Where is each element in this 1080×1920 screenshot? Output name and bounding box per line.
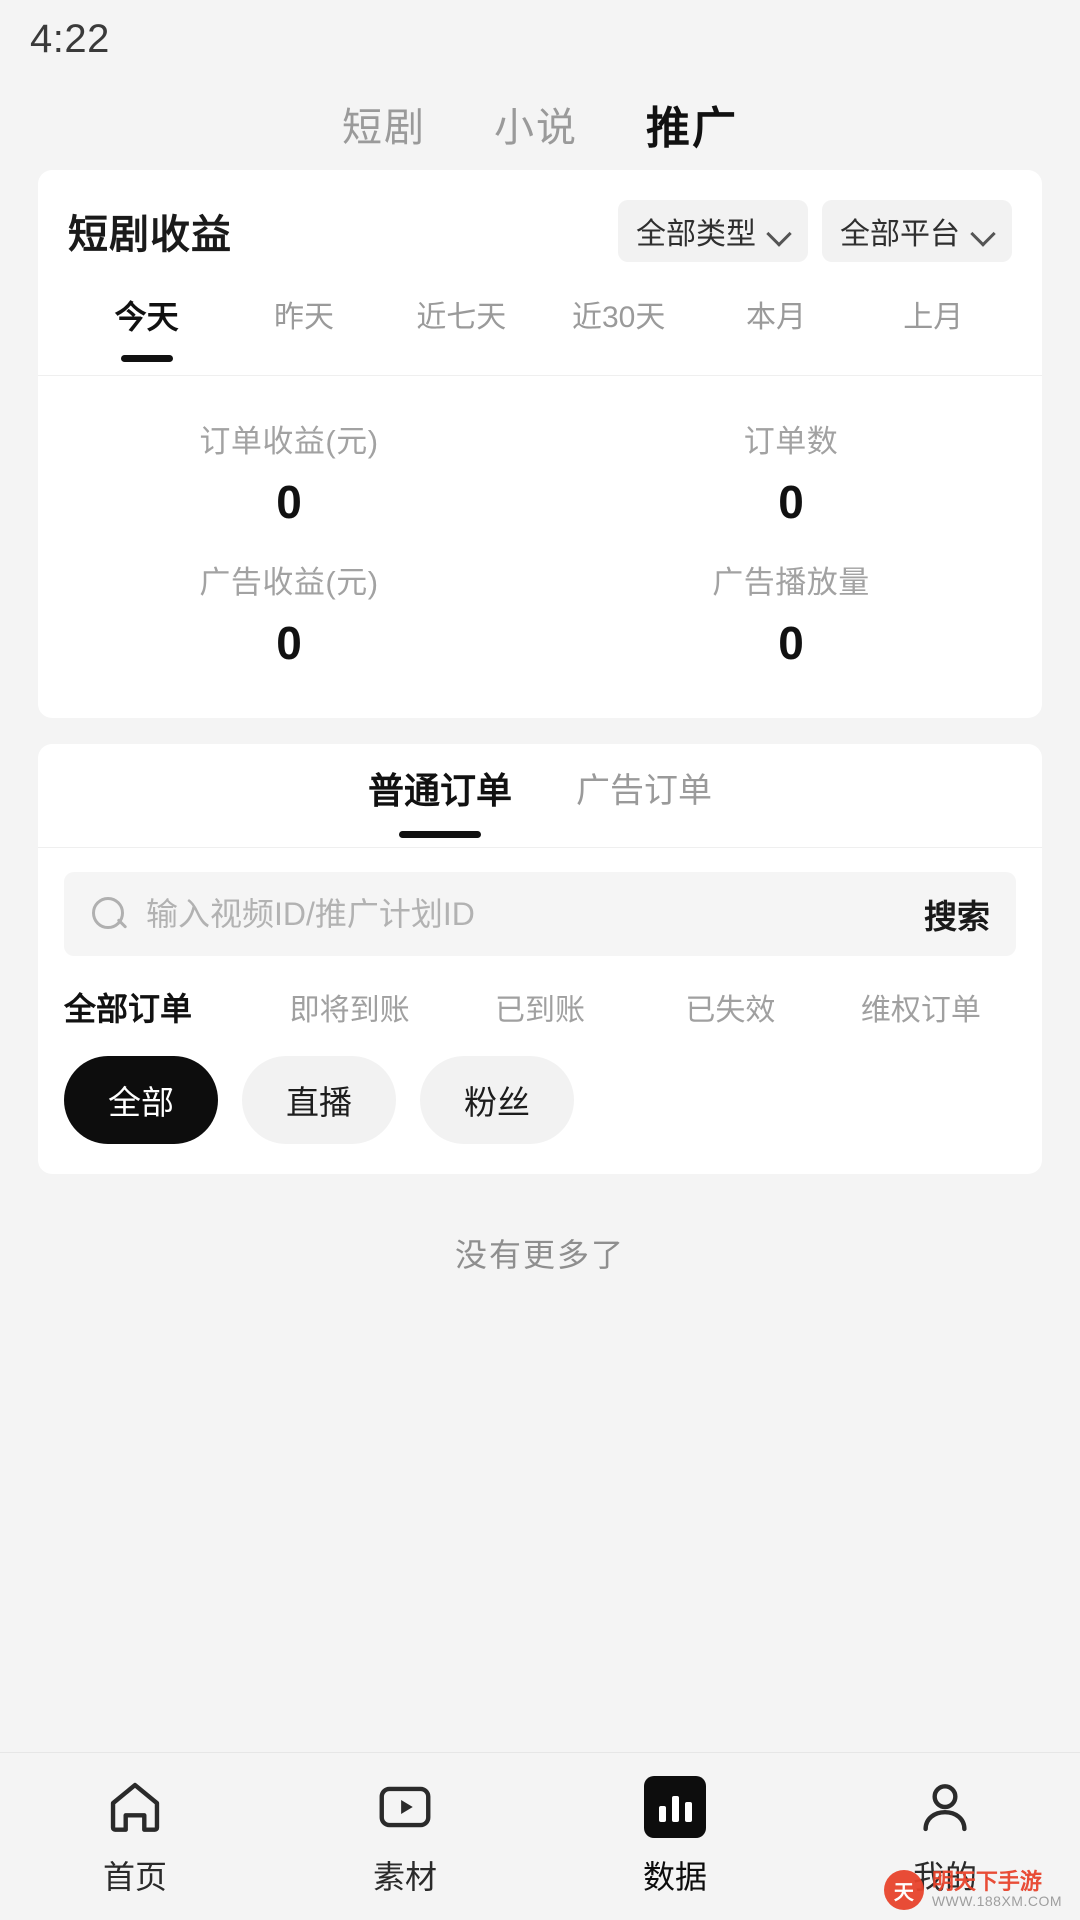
order-type-tabs: 普通订单 广告订单 [38,744,1042,848]
stat-order-revenue: 订单收益(元) 0 [38,402,540,543]
chip-live[interactable]: 直播 [242,1056,396,1144]
status-tab-expired[interactable]: 已失效 [635,985,825,1029]
orders-card: 普通订单 广告订单 搜索 全部订单 即将到账 已到账 已失效 维权订单 全部 直… [38,744,1042,1174]
earnings-card: 短剧收益 全部类型 全部平台 今天 昨天 近七天 近30天 本月 上月 订单收益… [38,170,1042,718]
type-filter-dropdown[interactable]: 全部类型 [618,200,808,262]
platform-filter-dropdown[interactable]: 全部平台 [822,200,1012,262]
status-tab-received[interactable]: 已到账 [445,985,635,1029]
status-time: 4:22 [30,16,110,61]
earnings-title: 短剧收益 [68,213,232,257]
home-icon [104,1776,166,1838]
chevron-down-icon [972,225,994,237]
nav-item-material[interactable]: 素材 [270,1776,540,1898]
search-icon [90,895,128,933]
search-input[interactable] [146,895,906,933]
tab-xiaoshuo[interactable]: 小说 [488,95,584,153]
order-tab-normal[interactable]: 普通订单 [368,762,512,830]
stat-label: 订单数 [743,424,839,459]
date-tab-today[interactable]: 今天 [68,292,225,364]
stat-value: 0 [778,617,804,669]
watermark-text: 明天下手游 WWW.188XM.COM [932,1870,1062,1910]
nav-label: 首页 [102,1858,167,1895]
order-tab-ad[interactable]: 广告订单 [576,763,712,828]
earnings-filters: 全部类型 全部平台 [618,200,1012,262]
stat-label: 订单收益(元) [199,424,379,459]
play-icon [374,1776,436,1838]
date-tab-last30days[interactable]: 近30天 [540,292,697,362]
person-icon [914,1776,976,1838]
search-section: 搜索 [38,848,1042,956]
stat-label: 广告播放量 [712,565,870,600]
date-tab-last7days[interactable]: 近七天 [383,292,540,362]
platform-filter-label: 全部平台 [840,218,960,251]
order-status-tabs: 全部订单 即将到账 已到账 已失效 维权订单 [38,956,1042,1030]
stat-label: 广告收益(元) [199,565,379,600]
watermark-badge: 天 [883,1870,924,1910]
date-tab-thismonth[interactable]: 本月 [697,292,854,362]
search-box[interactable]: 搜索 [64,872,1016,956]
nav-label: 数据 [642,1858,707,1895]
stats-row-top: 订单收益(元) 0 订单数 0 [38,402,1042,543]
nav-item-home[interactable]: 首页 [0,1776,270,1898]
type-filter-label: 全部类型 [636,218,756,251]
stat-ad-views: 广告播放量 0 [540,543,1042,684]
chip-all[interactable]: 全部 [64,1056,218,1144]
stats-row-bottom: 广告收益(元) 0 广告播放量 0 [38,543,1042,684]
status-tab-pending[interactable]: 即将到账 [254,985,444,1029]
stat-value: 0 [276,617,302,669]
stat-value: 0 [778,476,804,528]
status-tab-rights[interactable]: 维权订单 [826,985,1016,1029]
stat-ad-revenue: 广告收益(元) 0 [38,543,540,684]
site-watermark: 天 明天下手游 WWW.188XM.COM [883,1870,1062,1910]
date-tab-yesterday[interactable]: 昨天 [225,292,382,362]
stat-value: 0 [276,476,302,528]
date-tab-lastmonth[interactable]: 上月 [855,292,1012,362]
earnings-stats: 订单收益(元) 0 订单数 0 广告收益(元) 0 广告播放量 0 [38,376,1042,718]
earnings-card-header: 短剧收益 全部类型 全部平台 [38,170,1042,280]
watermark-url: WWW.188XM.COM [931,1893,1062,1910]
tab-tuiguang[interactable]: 推广 [640,92,744,156]
status-tab-all[interactable]: 全部订单 [64,984,254,1030]
stat-order-count: 订单数 0 [540,402,1042,543]
empty-state-text: 没有更多了 [454,1237,625,1273]
chip-fans[interactable]: 粉丝 [420,1056,574,1144]
app-screen: 4:22 短剧 小说 推广 短剧收益 全部类型 全部平台 今天 昨天 近七天 近… [0,0,1080,1920]
bar-chart-icon [644,1775,706,1838]
search-button[interactable]: 搜索 [906,890,990,938]
nav-label: 素材 [372,1858,437,1895]
chevron-down-icon [768,225,790,237]
watermark-title: 明天下手游 [931,1869,1042,1895]
status-bar: 4:22 [0,0,1080,78]
tab-duanju[interactable]: 短剧 [336,95,432,153]
top-tab-bar: 短剧 小说 推广 [0,78,1080,170]
order-source-chips: 全部 直播 粉丝 [38,1030,1042,1174]
nav-item-data[interactable]: 数据 [540,1775,810,1898]
date-range-tabs: 今天 昨天 近七天 近30天 本月 上月 [38,280,1042,376]
